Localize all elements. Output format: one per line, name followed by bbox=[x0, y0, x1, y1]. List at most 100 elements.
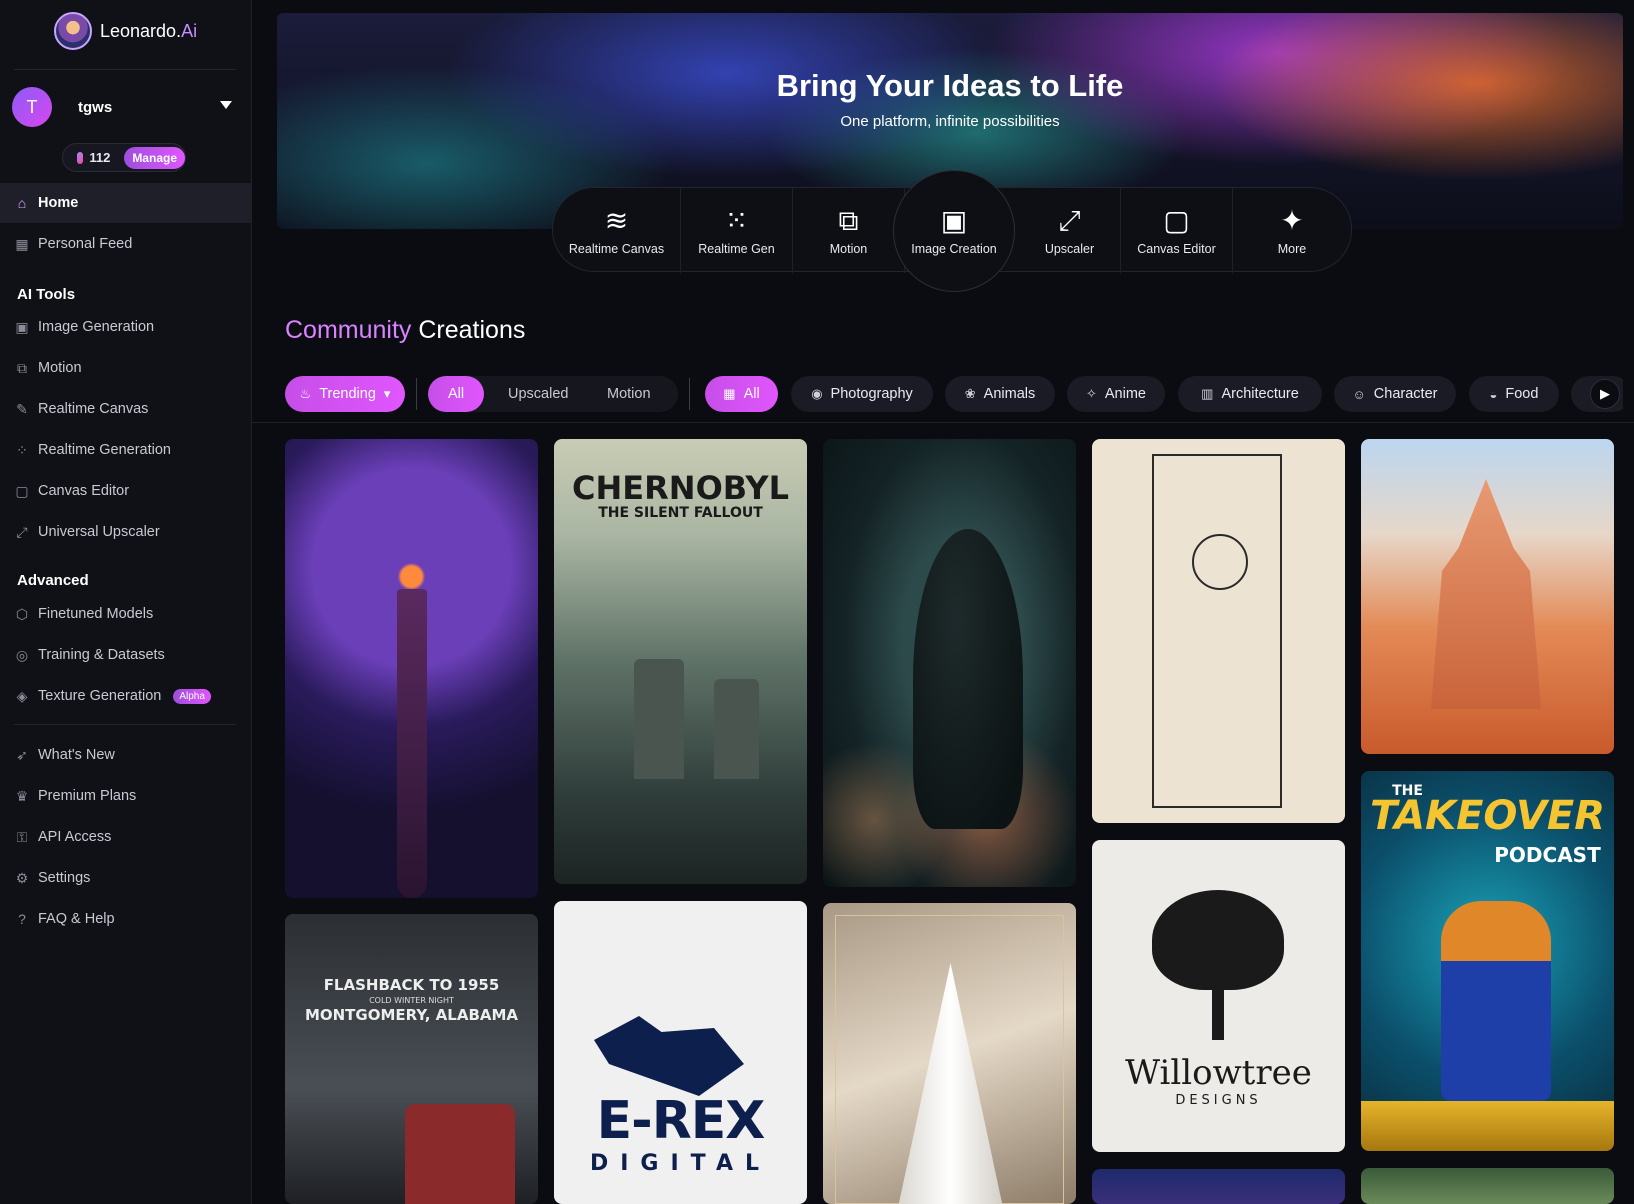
category-architecture[interactable]: ▥ Architecture bbox=[1178, 376, 1322, 412]
token-icon bbox=[77, 151, 84, 164]
gallery-card-cosmic-tree[interactable] bbox=[285, 439, 538, 898]
logo-title: E-REX bbox=[596, 1091, 766, 1151]
tool-motion[interactable]: ⧉ Motion bbox=[793, 188, 905, 273]
filter-bar: ♨ Trending ▾ All Upscaled Motion ▦ All ◉… bbox=[285, 376, 1623, 412]
sidebar-item-finetuned-models[interactable]: ⬡ Finetuned Models bbox=[0, 594, 251, 634]
type-all[interactable]: All bbox=[428, 376, 484, 412]
gallery-card-partial[interactable] bbox=[1361, 1168, 1614, 1204]
gallery-card-takeover-podcast[interactable]: THE TAKEOVER PODCAST bbox=[1361, 771, 1614, 1151]
canvas-editor-icon: ▢ bbox=[1163, 204, 1190, 236]
sparkles-icon: ✦ bbox=[1280, 204, 1304, 236]
sidebar-item-whats-new[interactable]: ➶ What's New bbox=[0, 735, 251, 775]
sort-dropdown[interactable]: ♨ Trending ▾ bbox=[285, 376, 405, 412]
gallery-card-portrait-bokeh[interactable] bbox=[823, 439, 1076, 887]
sidebar-item-faq-help[interactable]: ? FAQ & Help bbox=[0, 899, 251, 939]
help-icon: ? bbox=[18, 911, 26, 927]
category-all[interactable]: ▦ All bbox=[705, 376, 778, 412]
tool-realtime-gen[interactable]: ⁙ Realtime Gen bbox=[681, 188, 793, 273]
frame-icon: ▢ bbox=[15, 482, 29, 499]
chevron-down-icon[interactable] bbox=[220, 101, 232, 109]
sidebar-item-image-generation[interactable]: ▣ Image Generation bbox=[0, 307, 251, 347]
scroll-right-button[interactable]: ▶ bbox=[1590, 379, 1620, 409]
gallery-card-chernobyl[interactable]: CHERNOBYL THE SILENT FALLOUT bbox=[554, 439, 807, 884]
divider bbox=[14, 724, 236, 725]
sidebar-item-personal-feed[interactable]: ▦ Personal Feed bbox=[0, 224, 251, 264]
sidebar-item-premium-plans[interactable]: ♛ Premium Plans bbox=[0, 776, 251, 816]
burger-icon: ◒ bbox=[1489, 386, 1498, 402]
flame-icon: ♨ bbox=[299, 386, 312, 401]
gallery-card-erex-digital[interactable]: E-REX DIGITAL bbox=[554, 901, 807, 1204]
divider bbox=[252, 422, 1634, 423]
sidebar-item-canvas-editor[interactable]: ▢ Canvas Editor bbox=[0, 471, 251, 511]
credit-count: 112 bbox=[89, 150, 111, 165]
gallery-card-white-swirl[interactable] bbox=[823, 903, 1076, 1204]
rocket-icon: ➶ bbox=[16, 746, 28, 763]
hero-subtitle: One platform, infinite possibilities bbox=[840, 113, 1060, 130]
sidebar-item-api-access[interactable]: ⚿ API Access bbox=[0, 817, 251, 857]
tool-image-creation[interactable]: ▣ Image Creation bbox=[893, 170, 1015, 292]
sidebar-item-training-datasets[interactable]: ◎ Training & Datasets bbox=[0, 635, 251, 675]
logo-title: Willowtree bbox=[1125, 1053, 1312, 1093]
tool-more[interactable]: ✦ More bbox=[1233, 188, 1351, 273]
gallery-card-partial[interactable] bbox=[1092, 1169, 1345, 1204]
podcast-caption: PODCAST bbox=[1494, 843, 1601, 867]
grid-icon: ▦ bbox=[723, 386, 736, 401]
manage-button[interactable]: Manage bbox=[124, 146, 185, 169]
user-menu[interactable]: T tgws bbox=[12, 87, 234, 127]
tool-canvas-editor[interactable]: ▢ Canvas Editor bbox=[1121, 188, 1233, 273]
category-food[interactable]: ◒ Food bbox=[1469, 376, 1559, 412]
poster-subtitle: THE SILENT FALLOUT bbox=[598, 505, 763, 521]
gear-icon: ⚙ bbox=[15, 869, 29, 886]
poster-title: FLASHBACK TO 1955 bbox=[323, 976, 500, 994]
sidebar-item-motion[interactable]: ⧉ Motion bbox=[0, 348, 251, 388]
hero-title: Bring Your Ideas to Life bbox=[776, 68, 1124, 103]
poster-caption: MONTGOMERY, ALABAMA bbox=[304, 1006, 519, 1024]
category-photography[interactable]: ◉ Photography bbox=[791, 376, 933, 412]
logo-subtitle: DESIGNS bbox=[1175, 1093, 1262, 1108]
category-character[interactable]: ☺ Character bbox=[1334, 376, 1456, 412]
gallery-card-fruit-palace[interactable] bbox=[1361, 439, 1614, 754]
gallery-card-flashback-1955[interactable]: FLASHBACK TO 1955 COLD WINTER NIGHT MONT… bbox=[285, 914, 538, 1204]
cube-icon: ⬡ bbox=[15, 605, 29, 622]
building-icon: ▥ bbox=[1201, 386, 1214, 401]
realtime-canvas-icon: ≋ bbox=[604, 204, 629, 236]
category-anime[interactable]: ✧ Anime bbox=[1067, 376, 1165, 412]
crown-icon: ♛ bbox=[15, 787, 29, 804]
brand-logo[interactable]: Leonardo.Ai bbox=[54, 12, 197, 50]
grid-icon: ▦ bbox=[15, 235, 29, 252]
type-motion[interactable]: Motion bbox=[607, 376, 651, 412]
section-title-ai-tools: AI Tools bbox=[17, 286, 76, 303]
sidebar-item-realtime-canvas[interactable]: ✎ Realtime Canvas bbox=[0, 389, 251, 429]
avatar: T bbox=[12, 87, 52, 127]
tool-launcher: ≋ Realtime Canvas ⁙ Realtime Gen ⧉ Motio… bbox=[552, 170, 1352, 292]
texture-icon: ◈ bbox=[16, 687, 28, 704]
dataset-icon: ◎ bbox=[15, 646, 29, 663]
brush-icon: ✎ bbox=[16, 400, 28, 417]
cooling-tower-shape bbox=[714, 679, 759, 779]
tool-upscaler[interactable]: ⤢ Upscaler bbox=[1019, 188, 1121, 273]
divider bbox=[689, 378, 690, 410]
sidebar-item-home[interactable]: ⌂ Home bbox=[0, 183, 251, 223]
username: tgws bbox=[78, 98, 113, 116]
tree-trunk-shape bbox=[1212, 980, 1224, 1040]
sidebar-item-realtime-generation[interactable]: ⁘ Realtime Generation bbox=[0, 430, 251, 470]
gallery-card-sunset-sketch[interactable] bbox=[1092, 439, 1345, 823]
gold-coins-shape bbox=[1361, 1101, 1614, 1151]
image-icon: ▣ bbox=[15, 318, 29, 335]
key-icon: ⚿ bbox=[16, 828, 28, 845]
sidebar-item-settings[interactable]: ⚙ Settings bbox=[0, 858, 251, 898]
alpha-badge: Alpha bbox=[173, 688, 211, 704]
gallery-card-willowtree[interactable]: Willowtree DESIGNS bbox=[1092, 840, 1345, 1152]
sidebar-item-universal-upscaler[interactable]: ⤢ Universal Upscaler bbox=[0, 512, 251, 552]
type-upscaled[interactable]: Upscaled bbox=[508, 376, 568, 412]
home-icon: ⌂ bbox=[17, 195, 27, 211]
main-content: Bring Your Ideas to Life One platform, i… bbox=[252, 0, 1634, 1204]
tree-logo-shape bbox=[1152, 890, 1284, 990]
category-animals[interactable]: ❀ Animals bbox=[945, 376, 1055, 412]
tool-realtime-canvas[interactable]: ≋ Realtime Canvas bbox=[553, 188, 681, 273]
divider bbox=[14, 69, 236, 70]
chevron-down-icon: ▾ bbox=[383, 386, 391, 401]
lion-character-shape bbox=[1441, 901, 1551, 1101]
sidebar-item-texture-generation[interactable]: ◈ Texture Generation Alpha bbox=[0, 676, 251, 716]
dinosaur-logo-shape bbox=[594, 1016, 744, 1096]
